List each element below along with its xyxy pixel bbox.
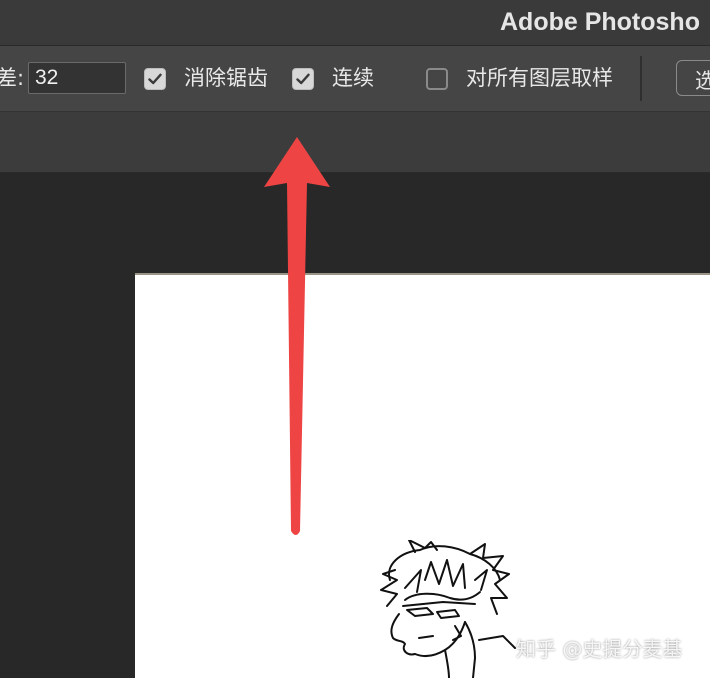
select-subject-button[interactable]: 选 (676, 60, 710, 96)
line-art-sketch (380, 540, 516, 678)
app-title: Adobe Photosho (500, 8, 700, 36)
checkmark-icon (296, 73, 310, 85)
document-tab-bar (0, 112, 710, 173)
select-subject-button-label: 选 (695, 69, 710, 93)
anti-alias-checkbox[interactable] (144, 68, 166, 90)
contiguous-label: 连续 (332, 66, 374, 90)
title-bar: Adobe Photosho (0, 0, 710, 46)
tool-options-bar: 差: 32 消除锯齿 连续 对所有图层取样 选 (0, 46, 710, 112)
toolbar-divider (640, 56, 642, 101)
tolerance-input[interactable]: 32 (28, 62, 126, 94)
sample-all-layers-label: 对所有图层取样 (466, 66, 613, 90)
contiguous-checkbox[interactable] (292, 68, 314, 90)
sample-all-layers-checkbox[interactable] (426, 68, 448, 90)
tolerance-label: 差: (0, 66, 25, 90)
checkmark-icon (148, 73, 162, 85)
watermark: 知乎 @史提分麦基 (516, 637, 683, 661)
anti-alias-label: 消除锯齿 (184, 66, 268, 90)
red-arrow-annotation (264, 137, 330, 535)
